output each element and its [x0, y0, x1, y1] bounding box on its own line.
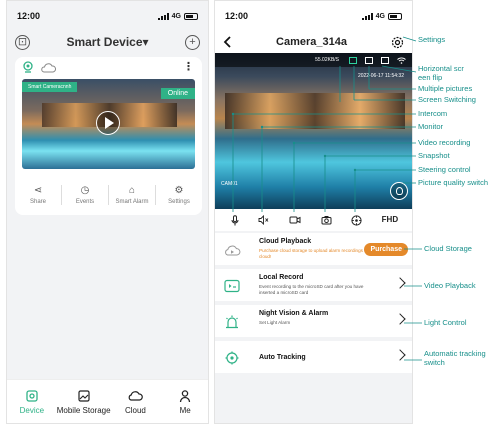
annotation-monitor: Monitor	[418, 122, 444, 131]
annotation-auto-tracking: Automatic tracking switch	[424, 349, 486, 367]
annotation-video-playback: Video Playback	[424, 281, 476, 290]
annotation-intercom: Intercom	[418, 109, 448, 118]
annotation-snapshot: Snapshot	[418, 151, 450, 160]
annotation-multiple-pictures: Multiple pictures	[418, 84, 473, 93]
annotation-video-recording: Video recording	[418, 138, 471, 147]
annotation-steering-control: Steering control	[418, 165, 471, 174]
annotation-cloud-storage: Cloud Storage	[424, 244, 472, 253]
screenshot-stage: 12:00 4G ⊡ Smart Device▾ + ⋮ Smart Camer…	[0, 0, 499, 424]
annotation-flip: Horizontal scr een flip	[418, 64, 464, 82]
annotation-picture-quality: Picture quality switch	[418, 178, 489, 187]
annotation-settings: Settings	[418, 35, 446, 44]
annotation-screen-switching: Screen Switching	[418, 95, 476, 104]
annotation-light-control: Light Control	[424, 318, 467, 327]
